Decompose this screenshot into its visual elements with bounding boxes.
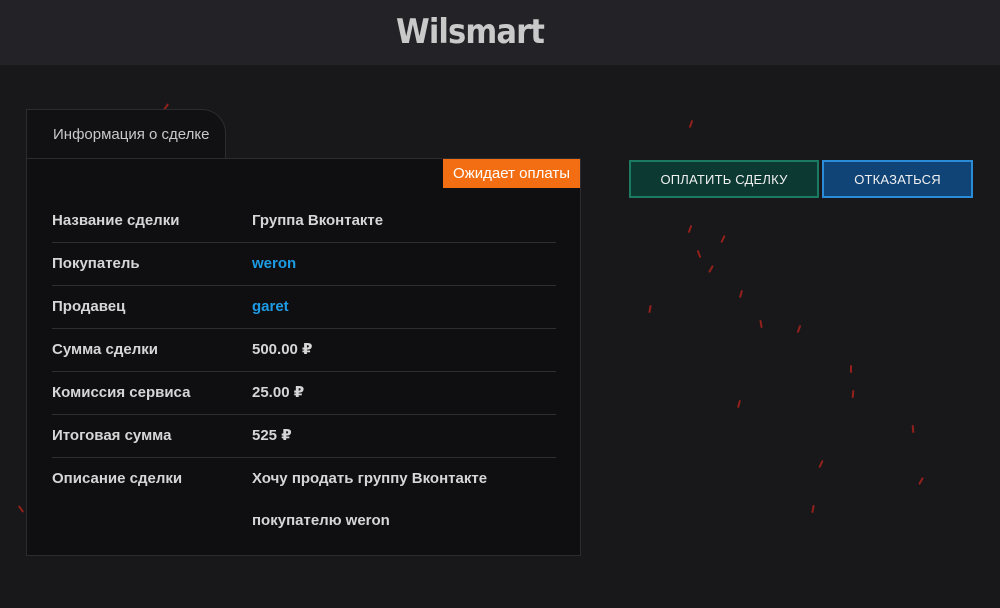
row-value: Группа Вконтакте: [252, 212, 384, 229]
deal-row-commission: Комиссия сервиса 25.00 ₽: [52, 372, 556, 415]
deal-row-title: Название сделки Группа Вконтакте: [52, 200, 556, 243]
row-label: Покупатель: [52, 255, 140, 272]
deal-row-description: Описание сделки Хочу продать группу Вкон…: [52, 458, 556, 542]
seller-link[interactable]: garet: [252, 286, 556, 328]
top-header: Wilsmart: [0, 0, 1000, 65]
deal-info-card: Ожидает оплаты Название сделки Группа Вк…: [26, 158, 581, 556]
deal-row-buyer: Покупатель weron: [52, 243, 556, 286]
row-value: 25.00 ₽: [252, 384, 305, 401]
pay-deal-button[interactable]: ОПЛАТИТЬ СДЕЛКУ: [629, 160, 819, 198]
row-label: Итоговая сумма: [52, 427, 172, 444]
status-badge: Ожидает оплаты: [443, 159, 580, 188]
row-label: Название сделки: [52, 212, 180, 229]
buyer-link[interactable]: weron: [252, 243, 556, 285]
row-label: Сумма сделки: [52, 341, 158, 358]
refuse-deal-button[interactable]: ОТКАЗАТЬСЯ: [822, 160, 973, 198]
row-value: 525 ₽: [252, 427, 292, 444]
row-label: Продавец: [52, 298, 126, 315]
deal-details-list: Название сделки Группа Вконтакте Покупат…: [52, 200, 556, 542]
row-value: 500.00 ₽: [252, 341, 313, 358]
row-label: Комиссия сервиса: [52, 384, 191, 401]
brand-logo[interactable]: Wilsmart: [47, 12, 893, 52]
row-label: Описание сделки: [52, 470, 183, 487]
deal-row-seller: Продавец garet: [52, 286, 556, 329]
deal-row-total: Итоговая сумма 525 ₽: [52, 415, 556, 458]
tab-deal-info[interactable]: Информация о сделке: [26, 109, 226, 159]
deal-row-amount: Сумма сделки 500.00 ₽: [52, 329, 556, 372]
row-value: Хочу продать группу Вконтакте покупателю…: [252, 470, 488, 529]
